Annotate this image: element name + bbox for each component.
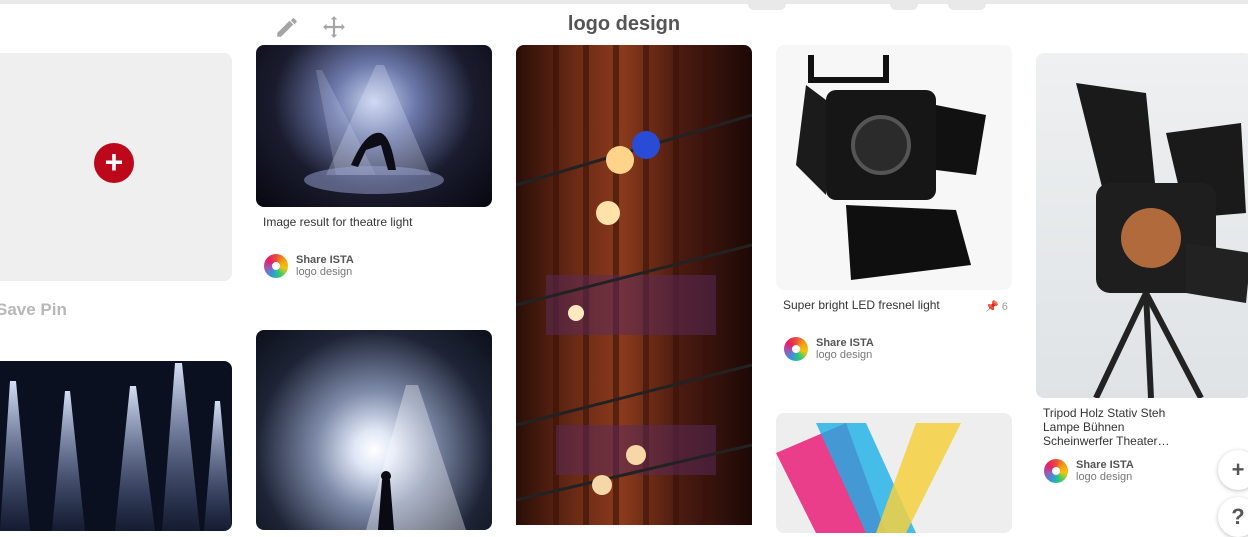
pinner-name[interactable]: Share ISTA	[816, 337, 874, 349]
pinner-board[interactable]: logo design	[296, 266, 354, 278]
pinner-board[interactable]: logo design	[816, 349, 874, 361]
pinner-info[interactable]: Share ISTA logo design	[1044, 459, 1134, 483]
pin-image-theatre-light[interactable]	[256, 45, 492, 207]
pinner-info[interactable]: Share ISTA logo design	[784, 337, 874, 361]
repin-count: 📌 6	[985, 300, 1008, 313]
repin-number: 6	[1001, 301, 1008, 313]
save-pin-label: Save Pin	[0, 300, 67, 319]
pin-title[interactable]: Image result for theatre light	[263, 215, 413, 229]
pin-title[interactable]: Tripod Holz Stativ Steh Lampe Bühnen Sch…	[1043, 406, 1193, 448]
plus-circle-icon[interactable]: +	[94, 143, 134, 183]
pin-title[interactable]: Super bright LED fresnel light	[783, 298, 943, 312]
pin-image-tripod-lamp[interactable]	[1036, 53, 1248, 398]
help-button[interactable]: ?	[1218, 497, 1248, 537]
stage-performer-illustration	[304, 65, 444, 194]
pinner-board[interactable]: logo design	[1076, 471, 1134, 483]
colorful-v-logo-illustration	[776, 423, 961, 533]
pin-icon: 📌	[985, 301, 999, 313]
pinner-name[interactable]: Share ISTA	[296, 254, 354, 266]
fresnel-lamp-illustration	[796, 55, 986, 280]
spotlight-silhouette-illustration	[366, 385, 466, 530]
pinner-info[interactable]: Share ISTA logo design	[264, 254, 354, 278]
pin-image-colorful-logo[interactable]	[776, 413, 1012, 533]
tripod-lamp-illustration	[1076, 83, 1248, 398]
pin-image-spotlight-figure[interactable]	[256, 330, 492, 530]
board-header: logo design	[0, 0, 1248, 44]
avatar[interactable]	[1044, 459, 1068, 483]
stage-beams-illustration	[0, 363, 232, 531]
pin-image-theatre-rigging[interactable]	[516, 45, 752, 525]
pin-image-fresnel-light[interactable]	[776, 45, 1012, 290]
pinner-name[interactable]: Share ISTA	[1076, 459, 1134, 471]
pin-image-stage-beams[interactable]	[0, 361, 232, 531]
avatar[interactable]	[264, 254, 288, 278]
rigging-lights-illustration	[516, 45, 752, 525]
add-pin-button[interactable]: +	[1218, 450, 1248, 490]
board-title: logo design	[567, 13, 681, 35]
avatar[interactable]	[784, 337, 808, 361]
